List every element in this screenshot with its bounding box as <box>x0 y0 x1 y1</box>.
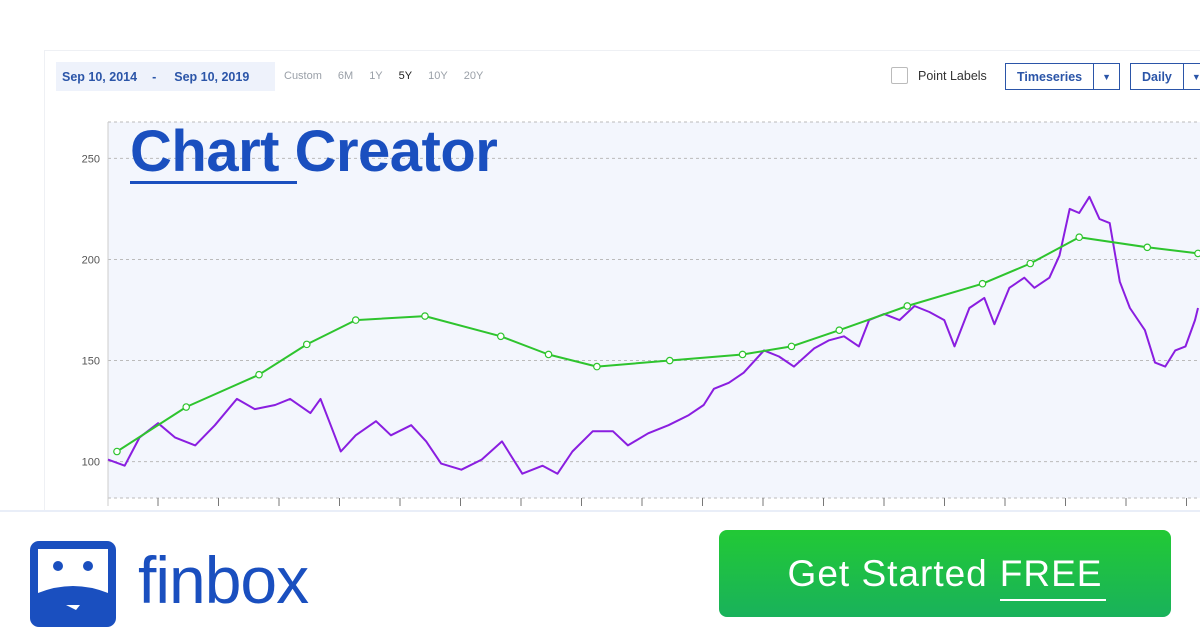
data-point <box>496 332 505 341</box>
data-point <box>738 350 747 359</box>
data-point <box>1143 243 1152 252</box>
data-point <box>978 279 987 288</box>
data-point <box>421 312 429 320</box>
data-point <box>787 342 796 351</box>
cta-emphasis: FREE <box>999 552 1107 601</box>
y-tick-label: 250 <box>82 153 100 165</box>
y-tick-label: 100 <box>82 457 100 469</box>
promo-banner: finbox Get Started FREE <box>0 510 1200 630</box>
y-tick-label: 200 <box>82 254 100 266</box>
title-underline <box>130 181 297 184</box>
data-point <box>351 316 360 324</box>
data-point <box>113 447 121 456</box>
page-title: Chart Creator <box>130 119 498 184</box>
data-point <box>182 403 190 411</box>
data-point <box>835 326 844 335</box>
data-point <box>255 370 263 379</box>
data-point <box>1026 259 1035 268</box>
data-point <box>593 362 601 371</box>
data-point <box>1075 233 1084 242</box>
finbox-logo-icon <box>30 541 116 627</box>
cta-label: Get Started <box>787 552 988 594</box>
data-point <box>903 302 912 310</box>
y-tick-label: 150 <box>82 356 100 368</box>
data-point <box>1194 249 1200 258</box>
data-point <box>544 350 553 359</box>
brand-name: finbox <box>138 543 309 617</box>
data-point <box>665 356 674 365</box>
get-started-button[interactable]: Get Started FREE <box>719 530 1171 617</box>
data-point <box>302 340 311 349</box>
